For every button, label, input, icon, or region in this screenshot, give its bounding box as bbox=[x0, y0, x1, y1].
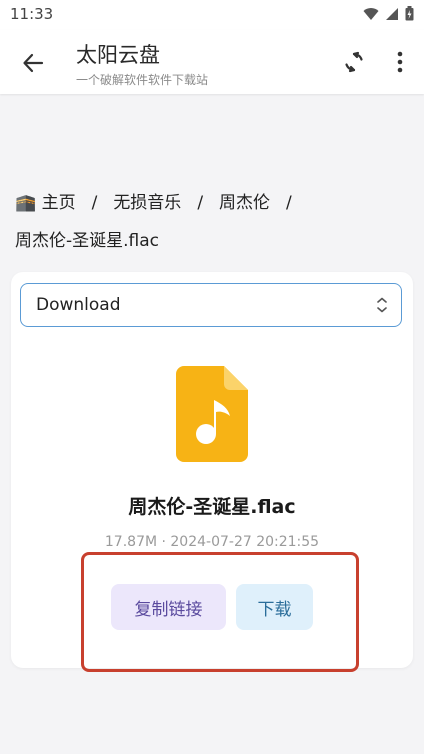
breadcrumb: 🕋 主页 / 无损音乐 / 周杰伦 / 周杰伦-圣诞星.flac bbox=[15, 184, 409, 260]
breadcrumb-current: 周杰伦-圣诞星.flac bbox=[15, 231, 160, 251]
breadcrumb-item-lossless-music[interactable]: 无损音乐 bbox=[113, 193, 181, 213]
breadcrumb-separator: / bbox=[91, 193, 98, 213]
signal-icon bbox=[386, 7, 398, 20]
file-card: Download 周杰伦-圣诞星.flac 17.87M · 2024-07-2… bbox=[11, 272, 413, 668]
status-time: 11:33 bbox=[10, 5, 54, 23]
folder-select-value: Download bbox=[36, 295, 121, 315]
back-button[interactable] bbox=[18, 48, 48, 78]
music-file-icon bbox=[176, 366, 248, 462]
status-bar: 11:33 bbox=[0, 0, 424, 30]
app-bar: 太阳云盘 一个破解软件软件下载站 bbox=[0, 30, 424, 94]
breadcrumb-separator: / bbox=[286, 193, 292, 213]
file-name: 周杰伦-圣诞星.flac bbox=[128, 496, 296, 518]
copy-link-button[interactable]: 复制链接 bbox=[111, 584, 226, 630]
breadcrumb-item-home: 主页 bbox=[41, 193, 76, 213]
refresh-icon bbox=[345, 51, 363, 73]
status-icons bbox=[363, 6, 414, 21]
chevron-up-down-icon bbox=[377, 297, 387, 313]
breadcrumb-home[interactable]: 🕋 主页 bbox=[15, 193, 76, 213]
arrow-left-icon bbox=[23, 53, 44, 73]
file-meta: 17.87M · 2024-07-27 20:21:55 bbox=[104, 534, 320, 550]
app-subtitle: 一个破解软件软件下载站 bbox=[76, 73, 209, 87]
download-button[interactable]: 下载 bbox=[236, 584, 313, 630]
breadcrumb-item-jay-chou[interactable]: 周杰伦 bbox=[219, 193, 270, 213]
refresh-button[interactable] bbox=[338, 46, 370, 78]
more-options-button[interactable] bbox=[386, 46, 414, 78]
battery-icon bbox=[405, 6, 414, 21]
app-title: 太阳云盘 bbox=[76, 43, 160, 67]
breadcrumb-separator: / bbox=[197, 193, 204, 213]
folder-select[interactable]: Download bbox=[20, 283, 402, 327]
wifi-icon bbox=[363, 7, 379, 20]
kaaba-icon: 🕋 bbox=[15, 193, 37, 213]
more-vertical-icon bbox=[397, 51, 403, 73]
